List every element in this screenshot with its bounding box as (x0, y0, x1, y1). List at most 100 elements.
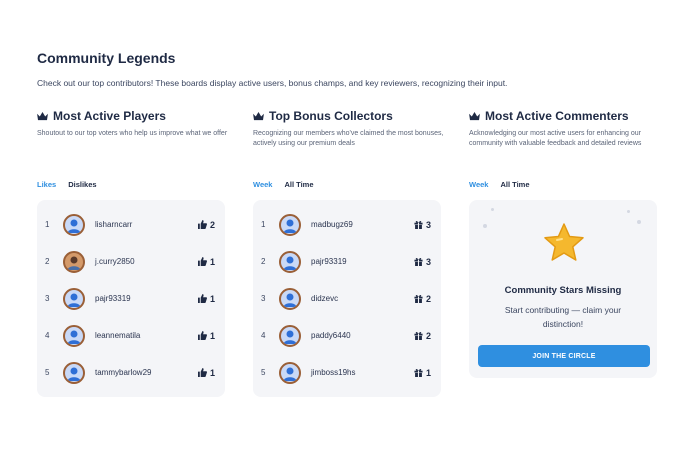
tab-week[interactable]: Week (469, 180, 488, 189)
user-icon (283, 256, 297, 270)
rank: 1 (45, 220, 50, 229)
score: 3 (414, 257, 431, 267)
board-header: Most Active Players (37, 108, 232, 124)
avatar (63, 213, 85, 236)
leaderboard-card: 1 madbugz69 3 2 pajr93319 3 3 didzevc 2 … (253, 200, 441, 397)
rank: 5 (261, 368, 266, 377)
username[interactable]: madbugz69 (311, 220, 414, 229)
score: 3 (414, 220, 431, 230)
username[interactable]: pajr93319 (311, 257, 414, 266)
table-row[interactable]: 2 pajr93319 3 (253, 243, 441, 280)
avatar (279, 324, 301, 347)
avatar (63, 324, 85, 347)
join-the-circle-button[interactable]: JOIN THE CIRCLE (478, 345, 650, 367)
empty-state-title: Community Stars Missing (504, 285, 622, 296)
board-title: Top Bonus Collectors (269, 109, 393, 123)
username[interactable]: leannematila (95, 331, 198, 340)
rank: 3 (261, 294, 266, 303)
empty-state-text: Start contributing — claim your distinct… (504, 305, 622, 329)
gift-icon (414, 331, 423, 340)
rank: 2 (261, 257, 266, 266)
user-icon (67, 330, 81, 344)
table-row[interactable]: 3 didzevc 2 (253, 280, 441, 317)
avatar (279, 361, 301, 384)
score: 2 (414, 331, 431, 341)
score-value: 1 (209, 293, 215, 304)
board-title: Most Active Commenters (485, 109, 629, 123)
user-icon (283, 219, 297, 233)
user-icon (67, 367, 81, 381)
rank: 2 (45, 257, 50, 266)
crown-icon (253, 111, 264, 120)
username[interactable]: lisharncarr (95, 220, 198, 229)
avatar (63, 287, 85, 310)
score: 2 (414, 294, 431, 304)
tab-dislikes[interactable]: Dislikes (68, 180, 96, 189)
user-icon (283, 293, 297, 307)
tab-all-time[interactable]: All Time (500, 180, 529, 189)
username[interactable]: pajr93319 (95, 294, 198, 303)
score: 1 (197, 257, 215, 267)
avatar (63, 250, 85, 273)
score: 1 (197, 293, 215, 304)
user-icon (283, 330, 297, 344)
table-row[interactable]: 4 paddy6440 2 (253, 317, 441, 354)
table-row[interactable]: 4 leannematila 1 (37, 317, 225, 354)
board-description: Recognizing our members who've claimed t… (253, 130, 444, 147)
table-row[interactable]: 5 jimboss19hs 1 (253, 354, 441, 391)
page-title: Community Legends (37, 50, 176, 66)
score-value: 1 (209, 367, 215, 378)
score-value: 3 (425, 219, 431, 230)
board-tabs: Likes Dislikes (37, 178, 232, 190)
user-icon (67, 293, 81, 307)
sparkle-icon (491, 208, 494, 211)
score: 2 (197, 220, 215, 230)
table-row[interactable]: 3 pajr93319 1 (37, 280, 225, 317)
board-most-active-commenters: Most Active Commenters Acknowledging our… (469, 108, 664, 378)
score-value: 3 (425, 256, 431, 267)
score-value: 2 (425, 330, 431, 341)
board-title: Most Active Players (53, 109, 166, 123)
gift-icon (414, 257, 423, 266)
board-header: Most Active Commenters (469, 108, 664, 124)
avatar (279, 250, 301, 273)
tab-week[interactable]: Week (253, 180, 272, 189)
thumbs-up-icon (197, 220, 207, 229)
rank: 3 (45, 294, 50, 303)
username[interactable]: paddy6440 (311, 331, 414, 340)
sparkle-icon (637, 220, 641, 224)
crown-icon (469, 111, 480, 120)
username[interactable]: tammybarlow29 (95, 368, 198, 377)
thumbs-up-icon (197, 294, 207, 303)
score: 1 (197, 331, 215, 341)
username[interactable]: didzevc (311, 294, 414, 303)
table-row[interactable]: 2 j.curry2850 1 (37, 243, 225, 280)
user-photo-icon (67, 256, 81, 270)
thumbs-up-icon (197, 368, 207, 377)
gift-icon (414, 368, 423, 377)
table-row[interactable]: 1 lisharncarr 2 (37, 206, 225, 243)
sparkle-icon (483, 224, 487, 228)
avatar (279, 287, 301, 310)
rank: 4 (261, 331, 266, 340)
tab-all-time[interactable]: All Time (284, 180, 313, 189)
username[interactable]: jimboss19hs (311, 368, 414, 377)
tab-likes[interactable]: Likes (37, 180, 56, 189)
board-description: Acknowledging our most active users for … (469, 130, 642, 147)
user-icon (67, 219, 81, 233)
board-top-bonus-collectors: Top Bonus Collectors Recognizing our mem… (253, 108, 448, 397)
crown-icon (37, 111, 48, 120)
gift-icon (414, 220, 423, 229)
thumbs-up-icon (197, 331, 207, 340)
score-value: 1 (425, 367, 431, 378)
table-row[interactable]: 1 madbugz69 3 (253, 206, 441, 243)
board-tabs: Week All Time (469, 178, 664, 190)
username[interactable]: j.curry2850 (95, 257, 198, 266)
board-tabs: Week All Time (253, 178, 448, 190)
table-row[interactable]: 5 tammybarlow29 1 (37, 354, 225, 391)
avatar (63, 361, 85, 384)
board-header: Top Bonus Collectors (253, 108, 448, 124)
star-icon (544, 223, 584, 261)
empty-state-card: Community Stars Missing Start contributi… (469, 200, 657, 378)
user-icon (283, 367, 297, 381)
